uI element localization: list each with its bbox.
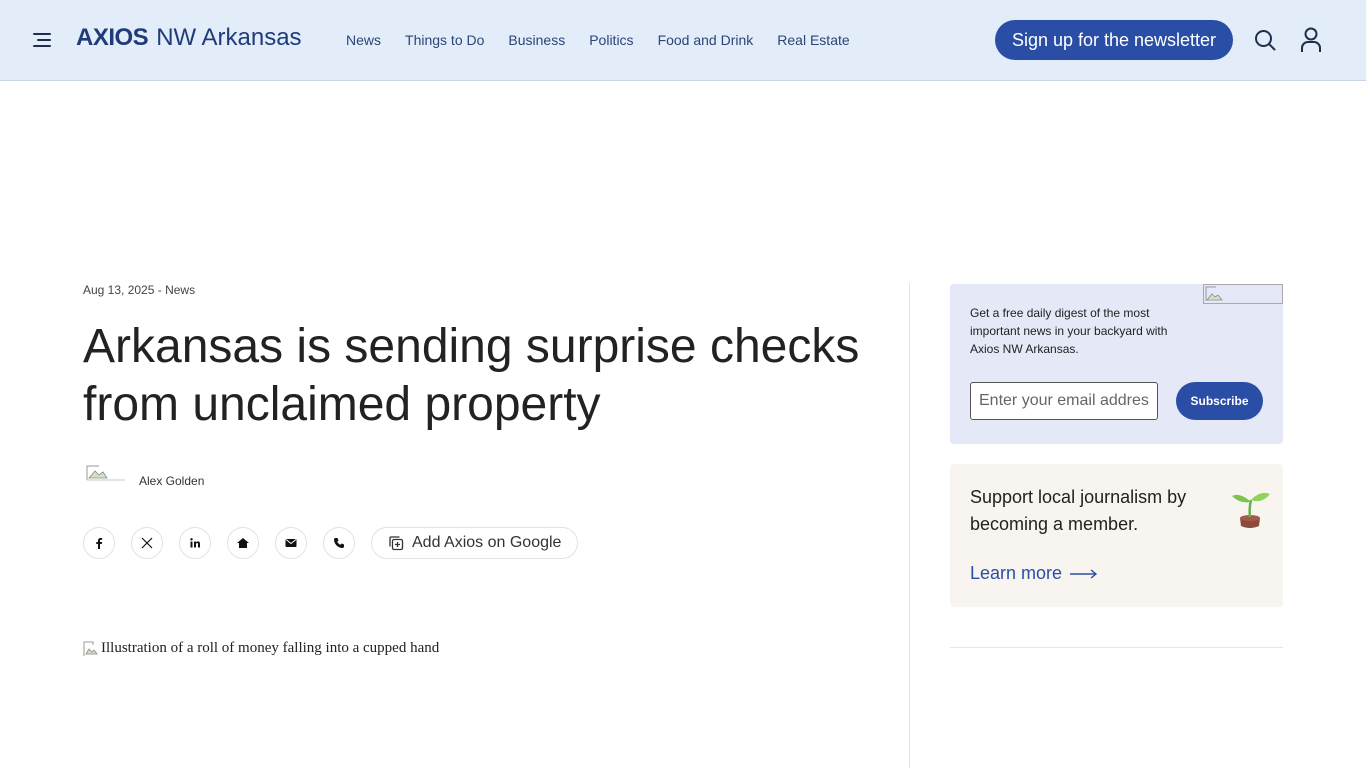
broken-image-icon: [83, 641, 98, 656]
membership-promo-box: Support local journalism by becoming a m…: [950, 464, 1283, 607]
meta-separator: -: [154, 283, 166, 297]
newsletter-image: [1203, 284, 1283, 304]
newsletter-description: Get a free daily digest of the most impo…: [970, 306, 1168, 356]
nav-item-real-estate[interactable]: Real Estate: [777, 32, 849, 48]
newsletter-signup-button[interactable]: Sign up for the newsletter: [995, 20, 1233, 60]
nav-item-news[interactable]: News: [346, 32, 381, 48]
x-icon[interactable]: [131, 527, 163, 559]
arrow-right-icon: [1070, 568, 1098, 579]
search-icon[interactable]: [1254, 29, 1276, 51]
article-meta: Aug 13, 2025 - News: [83, 283, 195, 297]
reddit-icon[interactable]: [227, 527, 259, 559]
sprout-icon: [1232, 492, 1270, 528]
site-header: AXIOS NW Arkansas News Things to Do Busi…: [0, 0, 1366, 81]
subscribe-button[interactable]: Subscribe: [1176, 382, 1263, 420]
main-nav: News Things to Do Business Politics Food…: [346, 32, 850, 48]
facebook-icon[interactable]: [83, 527, 115, 559]
add-axios-on-google-button[interactable]: Add Axios on Google: [371, 527, 579, 559]
article-date: Aug 13, 2025: [83, 283, 155, 297]
learn-more-link[interactable]: Learn more: [970, 563, 1098, 584]
nav-item-politics[interactable]: Politics: [589, 32, 633, 48]
newsletter-signup-box: Get a free daily digest of the most impo…: [950, 284, 1283, 444]
share-toolbar: Add Axios on Google: [83, 527, 579, 559]
hero-image: Illustration of a roll of money falling …: [83, 640, 439, 657]
sidebar-divider: [950, 647, 1283, 648]
email-input[interactable]: [970, 382, 1158, 420]
site-logo[interactable]: AXIOS NW Arkansas: [76, 24, 302, 56]
linkedin-icon[interactable]: [179, 527, 211, 559]
hero-image-alt-text: Illustration of a roll of money falling …: [101, 640, 440, 656]
membership-promo-text: Support local journalism by becoming a m…: [970, 487, 1187, 534]
author-avatar: [86, 465, 125, 481]
logo-brand: AXIOS: [76, 24, 149, 51]
column-divider: [909, 283, 910, 768]
add-source-icon: [389, 536, 404, 551]
phone-icon[interactable]: [323, 527, 355, 559]
nav-item-things-to-do[interactable]: Things to Do: [405, 32, 484, 48]
nav-item-food-and-drink[interactable]: Food and Drink: [658, 32, 754, 48]
email-icon[interactable]: [275, 527, 307, 559]
user-icon[interactable]: [1300, 27, 1322, 53]
article-title: Arkansas is sending surprise checks from…: [83, 320, 860, 431]
nav-item-business[interactable]: Business: [508, 32, 565, 48]
learn-more-label: Learn more: [970, 563, 1063, 583]
logo-city: NW Arkansas: [156, 24, 302, 51]
menu-icon[interactable]: [33, 30, 55, 50]
article-section[interactable]: News: [165, 283, 195, 297]
author-name[interactable]: Alex Golden: [139, 474, 204, 488]
add-axios-on-google-label: Add Axios on Google: [412, 534, 562, 551]
